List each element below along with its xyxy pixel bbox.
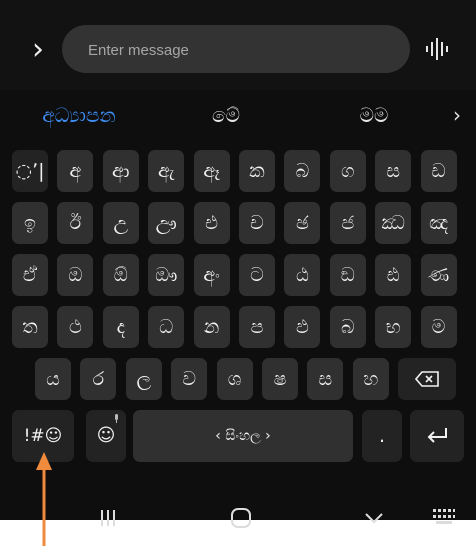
hide-keyboard-icon[interactable]	[363, 510, 385, 526]
letter-key[interactable]: ත	[12, 306, 48, 348]
message-bar: ›	[0, 0, 476, 90]
letter-key[interactable]: ඈ	[193, 150, 230, 192]
suggestions-more-icon[interactable]: ›	[445, 98, 469, 132]
letter-key[interactable]: ආ	[102, 150, 139, 192]
letter-key[interactable]: ධ	[148, 306, 185, 348]
letter-key[interactable]: ඵ	[284, 306, 321, 348]
home-icon[interactable]	[229, 506, 253, 530]
letter-key[interactable]: ඒ	[12, 254, 48, 296]
backspace-key[interactable]	[398, 358, 457, 400]
letter-key[interactable]: ඖ	[148, 254, 185, 296]
letter-key[interactable]: ච	[239, 202, 275, 244]
letter-key[interactable]: ල	[125, 358, 162, 400]
letter-key[interactable]: ඔ	[57, 254, 94, 296]
suggestion-1[interactable]: අධ්‍යාපන	[24, 98, 134, 132]
enter-icon	[427, 428, 447, 443]
letter-key[interactable]: එ	[193, 202, 230, 244]
letter-key[interactable]: භ	[375, 306, 412, 348]
zwj-key[interactable]: ◌ʼ|	[12, 150, 48, 192]
letter-key[interactable]: ඡ	[284, 202, 321, 244]
mic-icon	[115, 414, 118, 423]
letter-key[interactable]: ශ	[216, 358, 253, 400]
letter-key[interactable]: න	[193, 306, 230, 348]
letter-key[interactable]: ඊ	[57, 202, 94, 244]
letter-key[interactable]: ප	[239, 306, 275, 348]
letter-key[interactable]: ස	[307, 358, 344, 400]
letter-key[interactable]: ර	[80, 358, 117, 400]
suggestion-3[interactable]: මම	[344, 98, 404, 132]
space-key[interactable]: ‹ සිංහල ›	[133, 410, 353, 462]
letter-key[interactable]: ම	[420, 306, 457, 348]
letter-key[interactable]: ද	[102, 306, 139, 348]
symbols-key[interactable]: !#☺	[12, 410, 74, 462]
voice-input-icon[interactable]	[424, 38, 454, 60]
letter-key[interactable]: ඞ	[329, 254, 366, 296]
letter-key[interactable]: ඣ	[375, 202, 412, 244]
keyboard-switch-icon[interactable]	[432, 508, 456, 526]
letter-key[interactable]: අං	[193, 254, 230, 296]
letter-key[interactable]: ඇ	[148, 150, 185, 192]
letter-key[interactable]: ජ	[329, 202, 366, 244]
navigation-bar	[0, 488, 476, 546]
enter-key[interactable]	[410, 410, 464, 462]
message-input[interactable]	[86, 25, 400, 75]
letter-key[interactable]: අ	[57, 150, 94, 192]
letter-key[interactable]: ඌ	[148, 202, 185, 244]
letter-key[interactable]: ට	[239, 254, 275, 296]
letter-key[interactable]: ථ	[57, 306, 94, 348]
letter-key[interactable]: හ	[352, 358, 389, 400]
letter-key[interactable]: ෂ	[262, 358, 298, 400]
letter-key[interactable]: ඪ	[375, 254, 412, 296]
letter-key[interactable]: ඤ	[420, 202, 457, 244]
letter-key[interactable]: ක	[239, 150, 275, 192]
emoji-key[interactable]: ☺	[86, 410, 126, 462]
message-field[interactable]	[62, 25, 410, 75]
suggestion-bar: අධ්‍යාපන මේ මම ›	[0, 90, 476, 140]
letter-key[interactable]: ව	[171, 358, 208, 400]
recent-apps-icon[interactable]	[96, 508, 120, 528]
letter-key[interactable]: ස	[375, 150, 412, 192]
letter-key[interactable]: ග	[329, 150, 366, 192]
letter-key[interactable]: ණ	[420, 254, 457, 296]
letter-key[interactable]: ඨ	[284, 254, 321, 296]
letter-key[interactable]: ය	[35, 358, 71, 400]
letter-key[interactable]: ඩ	[420, 150, 457, 192]
period-key[interactable]: .	[362, 410, 402, 462]
letter-key[interactable]: බ	[284, 150, 321, 192]
letter-key[interactable]: ඉ	[12, 202, 48, 244]
suggestion-2[interactable]: මේ	[196, 98, 256, 132]
letter-key[interactable]: බ	[329, 306, 366, 348]
expand-icon[interactable]: ›	[20, 32, 56, 68]
backspace-icon	[415, 371, 439, 387]
letter-key[interactable]: උ	[102, 202, 139, 244]
emoji-label: ☺	[96, 425, 116, 446]
letter-key[interactable]: ඕ	[102, 254, 139, 296]
keyboard-screen: › අධ්‍යාපන මේ මම › ◌ʼ|අආඇඈකබගසඩඉඊඋඌඑචඡජඣ…	[0, 0, 476, 528]
